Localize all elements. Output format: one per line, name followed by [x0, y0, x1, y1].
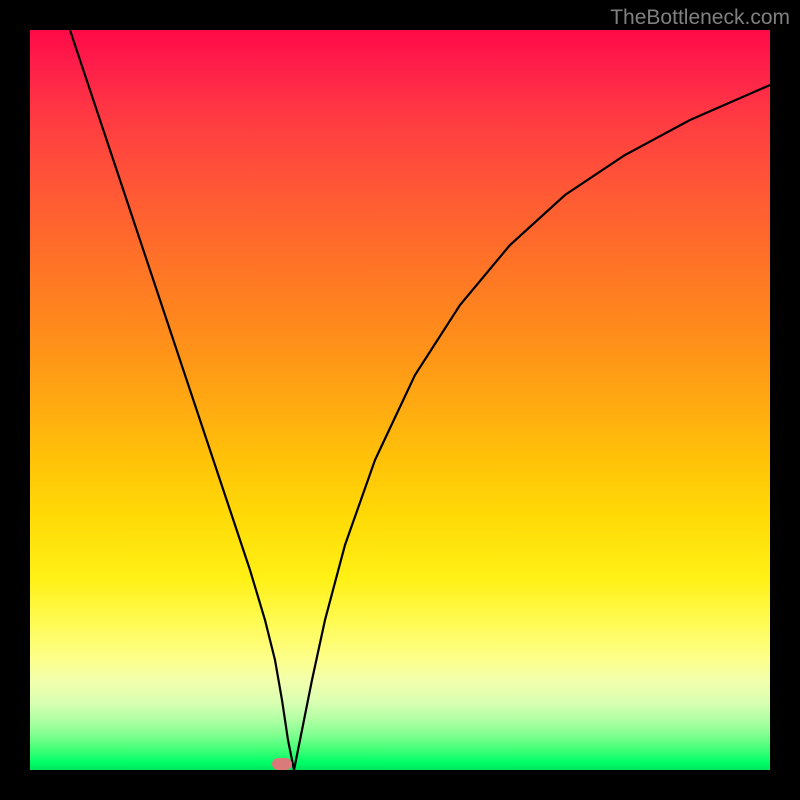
minimum-marker-icon: [272, 758, 292, 770]
watermark-text: TheBottleneck.com: [610, 6, 790, 30]
chart-area: [30, 30, 770, 770]
bottleneck-curve: [30, 30, 770, 770]
